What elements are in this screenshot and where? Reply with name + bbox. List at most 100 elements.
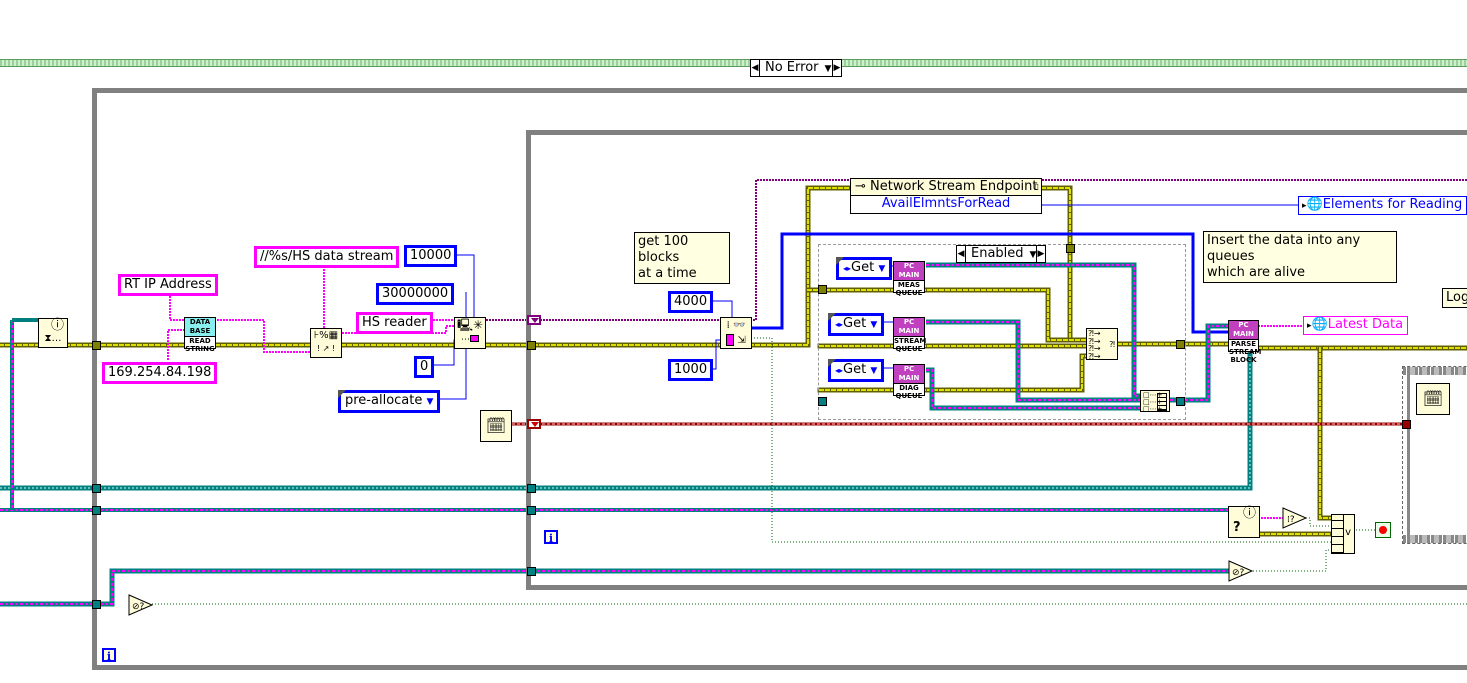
- format-args-icon: ! ↗ !: [316, 344, 336, 353]
- increment-arrow-icon[interactable]: ▶: [1036, 246, 1045, 262]
- subvi-header: PC MAIN: [894, 318, 924, 337]
- error-tunnel: [1176, 340, 1185, 349]
- enabled-case-selector[interactable]: ◀ Enabled ▼ ▶: [956, 245, 1046, 263]
- subvi-label: STREAM: [894, 337, 927, 345]
- wait-on-error-node[interactable]: ⓘ ⧗…: [38, 318, 68, 348]
- property-node-class: Network Stream Endpoint: [870, 179, 1038, 194]
- or-inputs-icon: [1332, 515, 1344, 553]
- comment-line: get 100 blocks: [638, 234, 689, 265]
- or-symbol-icon: v: [1345, 527, 1351, 538]
- refnum-tunnel: [527, 567, 536, 576]
- computer-icon: 🖳✳: [456, 318, 484, 332]
- indicator-label: Elements for Reading: [1322, 197, 1463, 212]
- array-icon: ⇲: [721, 333, 751, 348]
- comment-line: Insert the data into any queues: [1207, 233, 1361, 264]
- merge-errors-node[interactable]: ⁈→ ⁈→ ⁈→ ⁈→ ⁈: [1086, 328, 1118, 360]
- refnum-tunnel: [92, 484, 101, 493]
- key-icon: ⊸: [855, 179, 866, 194]
- property-avail-elements[interactable]: AvailElmntsForRead: [851, 196, 1041, 212]
- network-stream-property-node[interactable]: ⊸ Network Stream Endpoint ▯ AvailElmntsF…: [850, 178, 1042, 214]
- stop-terminal-button[interactable]: [1375, 522, 1391, 538]
- subvi-header: PC MAIN: [1229, 321, 1258, 340]
- error-terminal-icon: ▯: [1034, 182, 1039, 191]
- stream-queue-subvi[interactable]: PC MAIN STREAM QUEUE: [893, 317, 927, 353]
- compound-or-node[interactable]: v: [1331, 514, 1355, 554]
- database-read-string-subvi[interactable]: DATA BASE READ STRING: [184, 317, 216, 353]
- increment-arrow-icon[interactable]: ▶: [832, 60, 841, 76]
- svg-text:⁞?: ⁞?: [1287, 515, 1295, 525]
- svg-text:⊘?: ⊘?: [132, 602, 145, 612]
- get-date-time-node[interactable]: 🗓: [480, 410, 512, 442]
- refnum-tunnel: [92, 506, 101, 515]
- svg-text:⊘?: ⊘?: [1232, 568, 1245, 578]
- create-network-stream-reader-node[interactable]: 🖳✳ ⋯: [454, 317, 486, 349]
- check-error-node[interactable]: ⓘ ?: [1228, 506, 1260, 538]
- shift-register-timestamp: [527, 419, 541, 429]
- constant-0[interactable]: 0: [414, 356, 435, 378]
- not-a-refnum-node[interactable]: ⊘?: [1228, 560, 1254, 582]
- preallocate-enum-constant[interactable]: pre-allocate ▼: [338, 390, 441, 413]
- enum-value: Get: [843, 316, 867, 331]
- comment-line: at a time: [638, 266, 697, 281]
- timestamp-tunnel: [1402, 420, 1411, 429]
- refnum-tunnel: [818, 397, 827, 406]
- subvi-label: PARSE: [1230, 340, 1257, 348]
- error-tunnel: [527, 341, 536, 350]
- not-empty-string-node[interactable]: ⁞?: [1282, 507, 1308, 529]
- ring-arrows-icon: ◂▸: [835, 366, 844, 375]
- constant-30000000[interactable]: 30000000: [376, 283, 455, 305]
- decrement-arrow-icon[interactable]: ◀: [957, 246, 966, 262]
- error-case-selector[interactable]: ◀ No Error ▼ ▶: [750, 59, 842, 77]
- rt-ip-address-label-constant[interactable]: RT IP Address: [118, 274, 218, 296]
- chevron-down-icon: ▼: [426, 397, 434, 407]
- parse-stream-block-subvi[interactable]: PC MAIN PARSE STREAM BLOCK: [1228, 320, 1261, 364]
- stream-url-format-constant[interactable]: //%s/HS data stream: [254, 246, 400, 268]
- ring-arrows-icon: ◂▸: [843, 264, 852, 273]
- question-icon: ?: [1233, 520, 1241, 535]
- get-date-time-node[interactable]: 🗓: [1416, 383, 1450, 415]
- format-into-string-node[interactable]: ⊦%▦ ! ↗ !: [310, 328, 342, 358]
- hourglass-icon: ⧗…: [44, 333, 62, 344]
- queue-op-get-enum-1[interactable]: ◂▸Get ▼: [836, 257, 893, 280]
- glasses-icon: ⁞ 👓: [726, 320, 746, 331]
- rt-ip-default-constant[interactable]: 169.254.84.198: [102, 362, 218, 384]
- meas-queue-subvi[interactable]: PC MAIN MEAS QUEUE: [893, 261, 925, 297]
- indicator-label: Latest Data: [1327, 317, 1404, 332]
- clock-calendar-icon: 🗓: [1422, 389, 1444, 408]
- subvi-header: PC MAIN: [894, 262, 924, 281]
- refnum-tunnel: [92, 600, 101, 609]
- error-tunnel: [818, 285, 827, 294]
- sequence-frame-edge: [1407, 375, 1410, 535]
- error-output-icon: ⁈: [1109, 340, 1115, 349]
- queue-op-get-enum-2[interactable]: ◂▸Get ▼: [828, 313, 885, 336]
- constant-1000[interactable]: 1000: [668, 359, 714, 381]
- reader-name-constant[interactable]: HS reader: [356, 312, 433, 334]
- build-array-node[interactable]: □⋯+ □⋯+ □⋯+: [1140, 390, 1170, 413]
- constant-10000[interactable]: 10000: [404, 245, 458, 267]
- error-inputs-icon: ⁈→ ⁈→ ⁈→ ⁈→: [1088, 329, 1101, 361]
- subvi-label: STREAM: [1229, 348, 1262, 356]
- globe-icon: 🌐: [1306, 197, 1323, 212]
- subvi-label: QUEUE: [895, 392, 923, 400]
- queue-op-get-enum-3[interactable]: ◂▸Get ▼: [828, 359, 885, 382]
- diag-queue-subvi[interactable]: PC MAIN DIAG QUEUE: [893, 364, 925, 400]
- warning-icon: ⓘ: [50, 318, 64, 333]
- case-selector-value: No Error: [765, 60, 819, 75]
- latest-data-indicator[interactable]: ▸🌐Latest Data: [1303, 316, 1409, 335]
- read-multiple-elements-node[interactable]: ⁞ 👓 ⇲: [720, 317, 752, 349]
- error-cluster-wire: [0, 59, 1467, 67]
- format-percent-icon: ⊦%▦: [313, 330, 339, 341]
- chevron-down-icon: ▼: [870, 366, 878, 376]
- not-a-refnum-node[interactable]: ⊘?: [128, 594, 154, 616]
- chevron-down-icon[interactable]: ▼: [825, 64, 832, 74]
- comment-insert-data: Insert the data into any queues which ar…: [1203, 231, 1397, 283]
- array-grid-icon: [1157, 393, 1167, 411]
- constant-4000[interactable]: 4000: [668, 291, 714, 313]
- subvi-label: MEAS: [897, 281, 921, 289]
- error-tunnel: [1066, 244, 1075, 253]
- decrement-arrow-icon[interactable]: ◀: [751, 60, 760, 76]
- chevron-down-icon: ▼: [870, 320, 878, 330]
- elements-for-reading-indicator[interactable]: ▸🌐Elements for Reading: [1298, 196, 1467, 215]
- ring-arrows-icon: ◂▸: [835, 320, 844, 329]
- property-node-header: ⊸ Network Stream Endpoint ▯: [851, 179, 1041, 196]
